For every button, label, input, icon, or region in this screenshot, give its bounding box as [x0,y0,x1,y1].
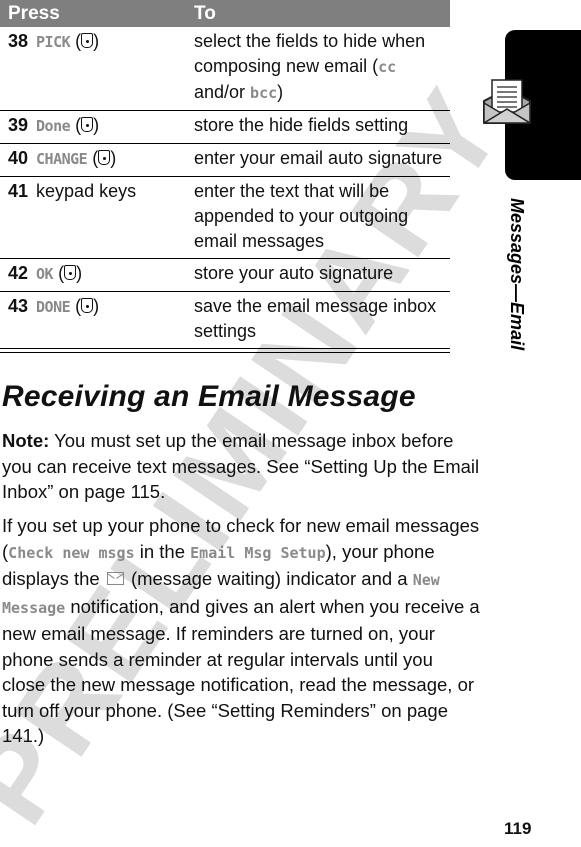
softkey-label: Done [36,117,71,135]
table-row: 43 DONE () save the email message inbox s… [0,292,450,349]
row-description: store your auto signature [194,263,394,283]
table-row: 40 CHANGE () enter your email auto signat… [0,144,450,177]
message-waiting-icon [106,572,124,585]
center-select-key-icon [81,117,94,132]
center-select-key-icon [98,150,111,165]
table-row: 39 Done () store the hide fields setting [0,111,450,144]
email-msg-setup-menu: Email Msg Setup [190,543,326,562]
row-description: enter the text that will be appended to … [194,181,409,251]
note-label: Note: [2,430,50,451]
step-number: 41 [8,181,29,201]
section-heading: Receiving an Email Message [2,380,416,413]
table-row: 41 keypad keys enter the text that will b… [0,177,450,259]
note-paragraph: Note: You must set up the email message … [2,428,480,505]
body-paragraph: If you set up your phone to check for ne… [2,515,480,746]
table-row: 38 PICK () select the fields to hide when… [0,27,450,111]
press-to-table: Press To 38 PICK () select the fields to … [0,0,450,353]
press-text: keypad keys [36,181,137,201]
header-to: To [194,2,216,24]
row-description: store the hide fields setting [194,115,409,135]
row-description: enter your email auto signature [194,148,443,168]
softkey-label: OK [36,265,54,283]
table-row: 42 OK () store your auto signature [0,259,450,292]
softkey-label: DONE [36,298,71,316]
header-press: Press [8,2,60,24]
table-end-rule [0,352,450,353]
step-number: 39 [8,115,29,135]
center-select-key-icon [81,33,94,48]
envelope-with-letter-icon [483,79,531,124]
table-header: Press To [0,0,450,27]
page-number: 119 [504,819,532,838]
cc-field-label: cc [378,58,397,76]
softkey-label: PICK [36,33,71,51]
step-number: 43 [8,296,29,316]
note-text: You must set up the email message inbox … [2,430,480,502]
step-number: 40 [8,148,29,168]
check-new-msgs-setting: Check new msgs [8,543,135,562]
step-number: 42 [8,263,29,283]
row-description: save the email message inbox settings [194,296,437,341]
step-number: 38 [8,31,29,51]
center-select-key-icon [81,298,94,313]
softkey-label: CHANGE [36,150,88,168]
bcc-field-label: bcc [250,84,278,102]
center-select-key-icon [64,265,77,280]
row-description: select the fields to hide when composing… [194,31,426,102]
